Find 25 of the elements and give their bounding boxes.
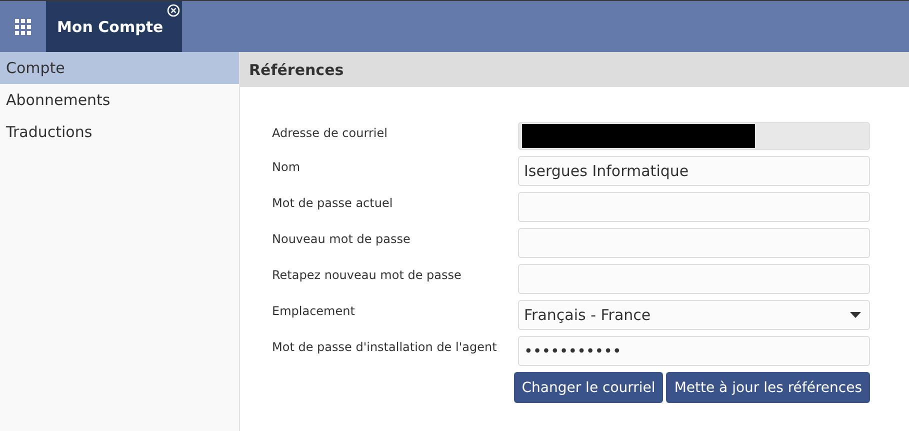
account-tab[interactable]: Mon Compte bbox=[46, 1, 182, 52]
field-label: Mot de passe d'installation de l'agent bbox=[272, 339, 498, 356]
sidebar-item[interactable]: Traductions bbox=[0, 116, 239, 148]
action-button[interactable]: Changer le courriel bbox=[514, 372, 664, 403]
close-icon[interactable] bbox=[167, 4, 180, 17]
sidebar-item[interactable]: Compte bbox=[0, 52, 239, 84]
apps-grid-icon[interactable] bbox=[15, 18, 31, 34]
password-field[interactable] bbox=[518, 192, 870, 222]
action-button[interactable]: Mette à jour les références bbox=[666, 372, 870, 403]
sidebar-item[interactable]: Abonnements bbox=[0, 84, 239, 116]
locale-select[interactable]: Français - France bbox=[518, 300, 870, 330]
field-label: Mot de passe actuel bbox=[272, 195, 394, 212]
field-label: Nouveau mot de passe bbox=[272, 231, 412, 248]
password-field[interactable] bbox=[518, 264, 870, 294]
password-field[interactable]: ••••••••••• bbox=[518, 336, 870, 366]
field-label: Retapez nouveau mot de passe bbox=[272, 267, 462, 284]
section-title: Références bbox=[249, 60, 344, 78]
tab-title: Mon Compte bbox=[57, 18, 164, 36]
field-label: Emplacement bbox=[272, 303, 356, 320]
caret-icon bbox=[850, 312, 861, 318]
field-label: Adresse de courriel bbox=[272, 125, 388, 142]
field-label: Nom bbox=[272, 159, 302, 176]
email-field[interactable] bbox=[518, 122, 870, 150]
input-field[interactable]: Isergues Informatique bbox=[518, 156, 870, 186]
password-field[interactable] bbox=[518, 228, 870, 258]
